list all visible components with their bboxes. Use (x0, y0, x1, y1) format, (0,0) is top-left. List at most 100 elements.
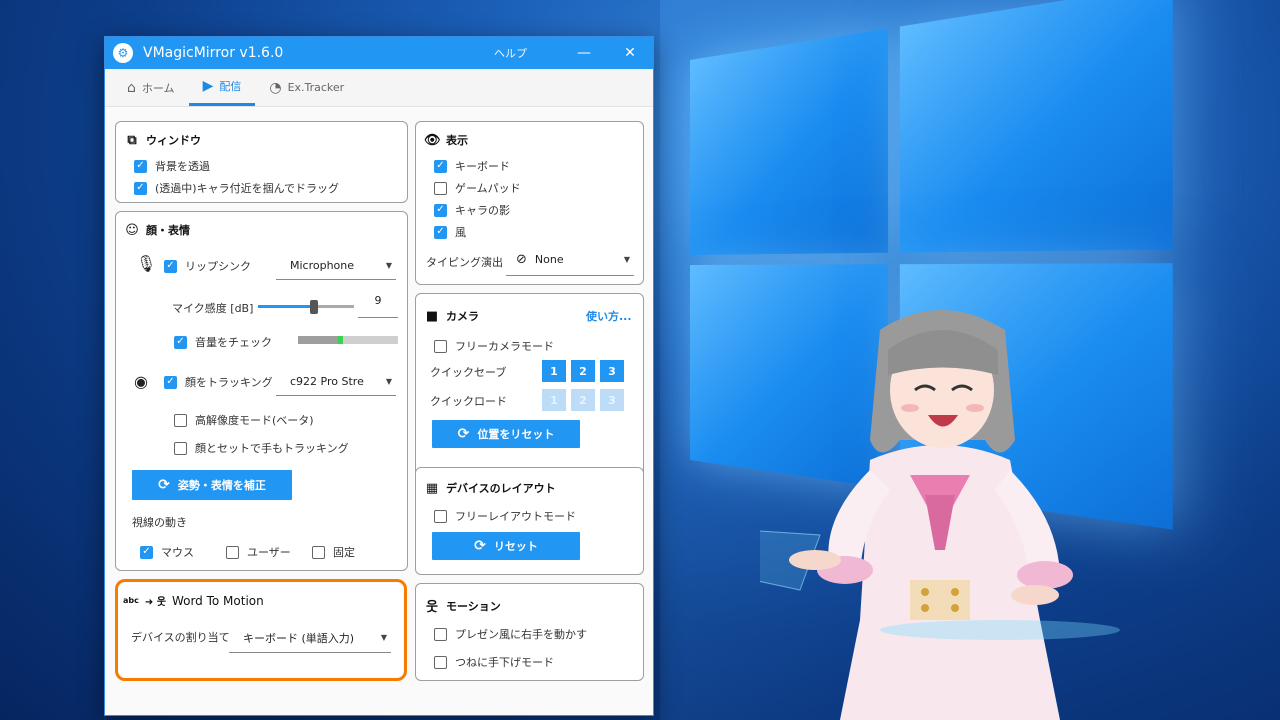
typing-effect-select[interactable]: ⊘ None ▼ (506, 248, 634, 276)
option-label: マウス (161, 544, 194, 560)
transparent-background-option[interactable]: 背景を透過 (134, 158, 210, 174)
quick-load-slot-3[interactable]: 3 (600, 389, 624, 411)
hand-tracking-option[interactable]: 顔とセットで手もトラッキング (174, 440, 349, 456)
checkbox[interactable] (434, 340, 447, 353)
card-title-text: 顔・表情 (146, 222, 190, 238)
lipsync-option[interactable]: リップシンク (164, 258, 251, 274)
slider-fill (258, 305, 314, 308)
volume-meter (298, 336, 398, 344)
option-label: 固定 (333, 544, 355, 560)
device-layout-card: ▦ デバイスのレイアウト フリーレイアウトモード ⟳ リセット (415, 467, 644, 575)
option-label: フリーレイアウトモード (455, 508, 576, 524)
checkbox[interactable] (434, 628, 447, 641)
checkbox[interactable] (434, 204, 447, 217)
drag-character-option[interactable]: (透過中)キャラ付近を掴んでドラッグ (134, 180, 339, 196)
mic-sensitivity-value[interactable]: 9 (358, 292, 398, 318)
checkbox[interactable] (226, 546, 239, 559)
tab-streaming[interactable]: ▶ 配信 (189, 69, 256, 106)
checkbox[interactable] (434, 182, 447, 195)
free-layout-option[interactable]: フリーレイアウトモード (434, 508, 576, 524)
calibrate-button[interactable]: ⟳ 姿勢・表情を補正 (132, 470, 292, 500)
option-label: 顔とセットで手もトラッキング (195, 440, 349, 456)
wind-option[interactable]: 風 (434, 224, 466, 240)
checkbox[interactable] (434, 510, 447, 523)
option-label: ユーザー (247, 544, 291, 560)
eye-off-icon: ⊘ (516, 252, 527, 267)
camera-card: ■ カメラ 使い方... フリーカメラモード クイックセーブ 1 2 3 クイッ… (415, 293, 644, 495)
mic-sensitivity-slider[interactable] (258, 300, 354, 312)
motion-card: 웃 モーション プレゼン風に右手を動かす つねに手下げモード (415, 583, 644, 681)
option-label: 音量をチェック (195, 334, 272, 350)
face-tracking-option[interactable]: 顔をトラッキング (164, 374, 273, 390)
quick-load-slot-2[interactable]: 2 (571, 389, 595, 411)
card-title: ▦ デバイスのレイアウト (424, 480, 556, 496)
checkbox[interactable] (134, 182, 147, 195)
camera-help-link[interactable]: 使い方... (586, 308, 632, 324)
gamepad-option[interactable]: ゲームパッド (434, 180, 521, 196)
option-label: 風 (455, 224, 466, 240)
tab-home[interactable]: ⌂ ホーム (113, 69, 189, 106)
layout-reset-button[interactable]: ⟳ リセット (432, 532, 580, 560)
tab-label: ホーム (142, 80, 175, 96)
chevron-down-icon: ▼ (386, 377, 392, 386)
shadow-option[interactable]: キャラの影 (434, 202, 510, 218)
option-label: 背景を透過 (155, 158, 210, 174)
device-assignment-select[interactable]: キーボード (単語入力) ▼ (229, 627, 391, 653)
card-title-text: モーション (446, 598, 501, 614)
select-value: c922 Pro Stre (290, 375, 364, 388)
checkbox[interactable] (140, 546, 153, 559)
gaze-label: 視線の動き (132, 514, 187, 530)
slider-thumb[interactable] (310, 300, 318, 314)
option-label: リップシンク (185, 258, 251, 274)
camera-select[interactable]: c922 Pro Stre ▼ (276, 372, 396, 396)
checkbox[interactable] (164, 260, 177, 273)
volume-level (298, 336, 343, 344)
face-icon: ☺ (124, 223, 140, 238)
checkbox[interactable] (174, 336, 187, 349)
gaze-mouse-option[interactable]: マウス (140, 544, 194, 560)
person-icon: 웃 (424, 596, 440, 615)
checkbox[interactable] (434, 226, 447, 239)
high-res-option[interactable]: 高解像度モード(ベータ) (174, 412, 314, 428)
close-button[interactable]: ✕ (607, 37, 653, 69)
mic-sensitivity-row: マイク感度 [dB] (172, 300, 253, 316)
checkbox[interactable] (134, 160, 147, 173)
minimize-button[interactable]: — (561, 37, 607, 69)
quick-save-slot-2[interactable]: 2 (571, 360, 595, 382)
card-title-text: Word To Motion (172, 594, 264, 608)
option-label: キャラの影 (455, 202, 510, 218)
hands-down-option[interactable]: つねに手下げモード (434, 654, 554, 670)
quick-load-slot-1[interactable]: 1 (542, 389, 566, 411)
title-bar[interactable]: ⚙ VMagicMirror v1.6.0 ヘルプ — ✕ (105, 37, 653, 69)
presentation-hand-option[interactable]: プレゼン風に右手を動かす (434, 626, 587, 642)
webcam-icon: ◉ (134, 372, 148, 391)
card-title: ■ カメラ (424, 308, 479, 324)
option-label: タイピング演出 (426, 254, 503, 270)
checkbox[interactable] (434, 656, 447, 669)
volume-peak (338, 336, 343, 344)
card-title: 웃 モーション (424, 596, 501, 615)
microphone-select[interactable]: Microphone ▼ (276, 256, 396, 280)
checkbox[interactable] (174, 442, 187, 455)
keyboard-option[interactable]: キーボード (434, 158, 510, 174)
volume-check-option[interactable]: 音量をチェック (174, 334, 272, 350)
checkbox[interactable] (174, 414, 187, 427)
tab-ex-tracker[interactable]: ◔ Ex.Tracker (255, 69, 358, 106)
free-camera-option[interactable]: フリーカメラモード (434, 338, 554, 354)
checkbox[interactable] (312, 546, 325, 559)
quick-save-slot-1[interactable]: 1 (542, 360, 566, 382)
chevron-down-icon: ▼ (624, 255, 630, 264)
logo-pane (690, 28, 888, 255)
face-expression-card: ☺ 顔・表情 🎙 リップシンク Microphone ▼ マイク感度 [dB] … (115, 211, 408, 571)
chevron-down-icon: ▼ (386, 261, 392, 270)
checkbox[interactable] (164, 376, 177, 389)
window-title: VMagicMirror v1.6.0 (143, 45, 494, 61)
gaze-fixed-option[interactable]: 固定 (312, 544, 355, 560)
quick-save-slot-3[interactable]: 3 (600, 360, 624, 382)
camera-reset-button[interactable]: ⟳ 位置をリセット (432, 420, 580, 448)
chevron-down-icon: ▼ (381, 633, 387, 642)
home-icon: ⌂ (127, 80, 136, 96)
gaze-user-option[interactable]: ユーザー (226, 544, 291, 560)
checkbox[interactable] (434, 160, 447, 173)
help-menu[interactable]: ヘルプ (494, 45, 527, 61)
